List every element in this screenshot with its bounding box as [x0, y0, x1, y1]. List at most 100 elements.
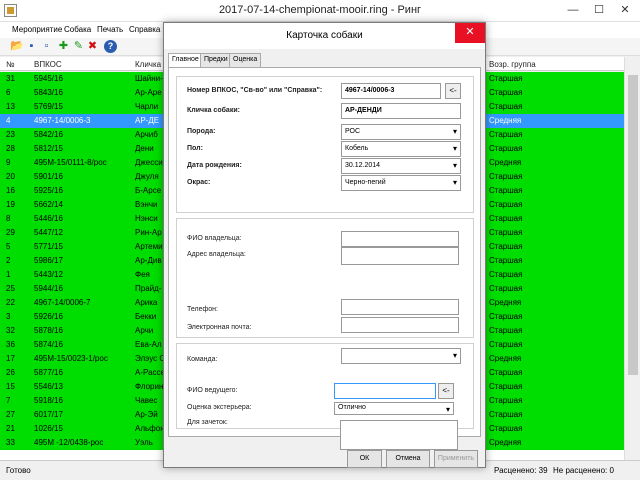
- apply-button[interactable]: Применить: [434, 450, 478, 468]
- cancel-button[interactable]: Отмена: [386, 450, 430, 468]
- ok-button[interactable]: ОК: [347, 450, 382, 468]
- row-vpkos-cell: 5842/16: [34, 130, 63, 139]
- team-select[interactable]: [341, 348, 461, 364]
- menu-print[interactable]: Печать: [97, 25, 123, 34]
- row-name-cell: Вэнчи: [135, 200, 158, 209]
- row-name-cell: Арчиб: [135, 130, 158, 139]
- row-num-cell: 26: [6, 368, 15, 377]
- row-num-cell: 15: [6, 382, 15, 391]
- handler-lookup-button[interactable]: <-: [438, 383, 454, 399]
- dog-name-label: Кличка собаки:: [187, 107, 240, 114]
- row-age-group-cell: Старшая: [489, 102, 523, 111]
- row-name-cell: Артеми: [135, 242, 163, 251]
- owner-name-label: ФИО владельца:: [187, 235, 242, 242]
- vertical-scrollbar[interactable]: [624, 57, 640, 460]
- row-num-cell: 22: [6, 298, 15, 307]
- save-icon[interactable]: ▪: [25, 40, 38, 53]
- row-num-cell: 27: [6, 410, 15, 419]
- row-num-cell: 4: [6, 116, 11, 125]
- menu-help[interactable]: Справка: [129, 25, 160, 34]
- sex-select[interactable]: Кобель: [341, 141, 461, 157]
- row-vpkos-cell: 5877/16: [34, 368, 63, 377]
- handler-label: ФИО ведущего:: [187, 387, 238, 394]
- owner-name-field[interactable]: [341, 231, 459, 247]
- col-header-vpkos[interactable]: ВПКОС: [34, 60, 62, 69]
- email-field[interactable]: [341, 317, 459, 333]
- row-age-group-cell: Старшая: [489, 172, 523, 181]
- row-num-cell: 2: [6, 256, 11, 265]
- dialog-close-button[interactable]: ✕: [455, 23, 485, 43]
- owner-address-field[interactable]: [341, 247, 459, 265]
- row-vpkos-cell: 5925/16: [34, 186, 63, 195]
- scrollbar-thumb[interactable]: [628, 75, 638, 375]
- close-button[interactable]: ✕: [612, 0, 638, 22]
- menu-event[interactable]: Мероприятие: [12, 25, 62, 34]
- notes-field[interactable]: [340, 420, 458, 450]
- row-num-cell: 33: [6, 438, 15, 447]
- row-name-cell: Шайни-: [135, 74, 163, 83]
- row-name-cell: Элэус С: [135, 354, 163, 363]
- minimize-button[interactable]: —: [560, 0, 586, 22]
- team-label: Команда:: [187, 356, 218, 363]
- row-vpkos-cell: 5945/16: [34, 74, 63, 83]
- delete-icon[interactable]: ✖: [86, 40, 99, 53]
- row-num-cell: 17: [6, 354, 15, 363]
- row-num-cell: 16: [6, 186, 15, 195]
- tab-main[interactable]: Главное: [168, 53, 203, 68]
- new-document-icon[interactable]: ▫: [40, 40, 53, 53]
- add-icon[interactable]: ✚: [57, 40, 70, 53]
- email-label: Электронная почта:: [187, 324, 252, 331]
- row-age-group-cell: Средняя: [489, 116, 522, 125]
- edit-icon[interactable]: ✎: [72, 40, 85, 53]
- help-icon[interactable]: ?: [104, 40, 117, 53]
- open-folder-icon[interactable]: 📂: [10, 40, 24, 53]
- row-name-cell: Ар-Див: [135, 256, 162, 265]
- tab-ancestors[interactable]: Предки: [200, 53, 232, 67]
- title-bar: 2017-07-14-chempionat-mooir.ring - Ринг …: [0, 0, 640, 22]
- row-age-group-cell: Старшая: [489, 396, 523, 405]
- row-vpkos-cell: 5986/17: [34, 256, 63, 265]
- row-age-group-cell: Старшая: [489, 382, 523, 391]
- row-name-cell: Ар-Аре: [135, 88, 162, 97]
- row-num-cell: 7: [6, 396, 11, 405]
- row-age-group-cell: Средняя: [489, 298, 522, 307]
- row-vpkos-cell: 5944/16: [34, 284, 63, 293]
- vpkos-label: Номер ВПКОС, "Св-во" или "Справка":: [187, 87, 323, 94]
- row-num-cell: 29: [6, 228, 15, 237]
- vpkos-lookup-button[interactable]: <-: [445, 83, 461, 99]
- exterior-select[interactable]: Отлично: [334, 402, 454, 415]
- color-label: Окрас:: [187, 179, 211, 186]
- row-num-cell: 8: [6, 214, 11, 223]
- row-vpkos-cell: 5771/15: [34, 242, 63, 251]
- vpkos-field[interactable]: 4967-14/0006-3: [341, 83, 441, 99]
- row-age-group-cell: Старшая: [489, 130, 523, 139]
- row-name-cell: Ар-Эй: [135, 410, 158, 419]
- row-num-cell: 6: [6, 88, 11, 97]
- col-header-name[interactable]: Кличка: [135, 60, 161, 69]
- row-num-cell: 1: [6, 270, 11, 279]
- row-num-cell: 13: [6, 102, 15, 111]
- col-header-num[interactable]: №: [6, 60, 15, 69]
- row-name-cell: Джесси: [135, 158, 163, 167]
- row-age-group-cell: Старшая: [489, 326, 523, 335]
- row-name-cell: Фея: [135, 270, 150, 279]
- menu-dog[interactable]: Собака: [64, 25, 91, 34]
- maximize-button[interactable]: ☐: [586, 0, 612, 22]
- handler-field[interactable]: [334, 383, 436, 399]
- row-age-group-cell: Старшая: [489, 144, 523, 153]
- row-name-cell: Джуля: [135, 172, 159, 181]
- dialog-title: Карточка собаки: [286, 30, 363, 41]
- tab-assessment[interactable]: Оценка: [229, 53, 262, 67]
- row-vpkos-cell: 4967-14/0006-7: [34, 298, 91, 307]
- row-age-group-cell: Средняя: [489, 158, 522, 167]
- row-num-cell: 9: [6, 158, 11, 167]
- dob-picker[interactable]: 30.12.2014: [341, 158, 461, 174]
- dog-card-dialog: Карточка собаки ✕ Главное Предки Оценка …: [163, 22, 486, 468]
- dog-name-field[interactable]: АР-ДЕНДИ: [341, 103, 461, 119]
- row-vpkos-cell: 5546/13: [34, 382, 63, 391]
- breed-select[interactable]: РОС: [341, 124, 461, 140]
- color-select[interactable]: Черно-пегий: [341, 175, 461, 191]
- phone-field[interactable]: [341, 299, 459, 315]
- col-header-age-group[interactable]: Возр. группа: [489, 60, 536, 69]
- status-not-distributed: Не расценено: 0: [553, 466, 614, 475]
